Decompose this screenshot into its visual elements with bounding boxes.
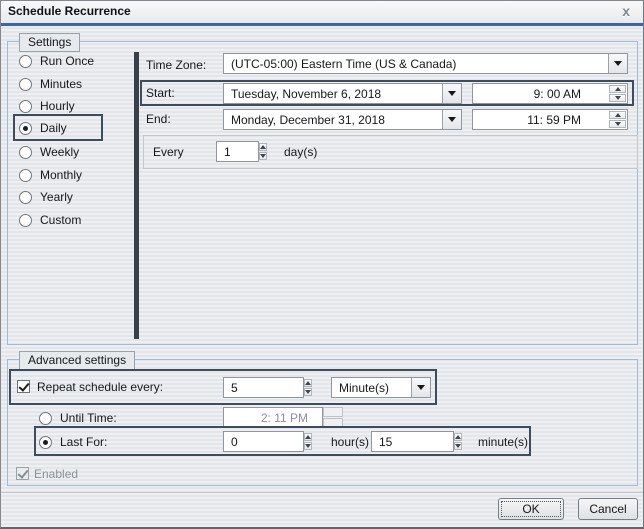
- radio-icon[interactable]: [19, 77, 32, 91]
- time-zone-value: (UTC-05:00) Eastern Time (US & Canada): [231, 56, 457, 71]
- last-for-label: Last For:: [60, 435, 108, 449]
- last-for-minutes-spinner[interactable]: [454, 433, 462, 450]
- radio-icon[interactable]: [39, 411, 52, 425]
- radio-weekly[interactable]: Weekly: [19, 144, 79, 160]
- radio-icon[interactable]: [19, 145, 32, 159]
- vertical-separator: [134, 52, 139, 339]
- close-icon[interactable]: x: [619, 3, 633, 19]
- start-date-value: Tuesday, November 6, 2018: [231, 86, 382, 101]
- every-label: Every: [153, 145, 184, 159]
- radio-label: Custom: [40, 213, 82, 227]
- radio-icon[interactable]: [19, 190, 32, 204]
- spinner-up-icon[interactable]: [454, 433, 462, 441]
- start-date-picker[interactable]: Tuesday, November 6, 2018: [223, 83, 462, 104]
- chevron-down-icon[interactable]: [442, 110, 461, 129]
- every-days-input[interactable]: 1: [216, 141, 259, 162]
- radio-icon-selected[interactable]: [19, 121, 32, 135]
- spinner-down-icon[interactable]: [259, 152, 267, 160]
- chevron-down-icon[interactable]: [442, 84, 461, 103]
- radio-icon-selected[interactable]: [39, 435, 52, 449]
- last-for-hours-value: 0: [231, 434, 238, 449]
- end-time-spinner[interactable]: [609, 111, 626, 128]
- radio-label: Minutes: [40, 77, 83, 91]
- end-label: End:: [146, 112, 171, 126]
- footer-divider: [1, 492, 643, 493]
- spinner-up-icon: [323, 407, 343, 417]
- chevron-down-icon[interactable]: [608, 54, 627, 73]
- time-zone-combobox[interactable]: (UTC-05:00) Eastern Time (US & Canada): [223, 53, 628, 74]
- minutes-unit-label: minute(s): [478, 435, 529, 449]
- end-time-field[interactable]: 11: 59 PM: [472, 109, 628, 130]
- radio-icon[interactable]: [19, 99, 32, 113]
- time-zone-label: Time Zone:: [146, 58, 207, 72]
- title-bar[interactable]: Schedule Recurrence x: [1, 1, 643, 26]
- settings-group-label: Settings: [19, 33, 81, 52]
- every-days-value: 1: [224, 144, 231, 159]
- until-time-value: 2: 11 PM: [260, 410, 308, 425]
- radio-label: Hourly: [40, 99, 75, 113]
- repeat-checkbox[interactable]: [17, 380, 30, 393]
- window-title: Schedule Recurrence: [8, 4, 131, 18]
- radio-label: Run Once: [40, 54, 95, 68]
- repeat-interval-spinner[interactable]: [304, 379, 312, 396]
- every-days-spinner[interactable]: [259, 143, 267, 160]
- radio-run-once[interactable]: Run Once: [19, 53, 94, 69]
- until-time-spinner-disabled: [323, 407, 343, 428]
- repeat-label: Repeat schedule every:: [37, 380, 164, 394]
- radio-label: Daily: [40, 121, 67, 135]
- spinner-up-icon[interactable]: [304, 379, 312, 387]
- ok-button[interactable]: OK: [498, 498, 564, 520]
- advanced-settings-group-label: Advanced settings: [19, 351, 136, 370]
- schedule-recurrence-dialog: Schedule Recurrence x Settings Run Once …: [0, 0, 644, 529]
- until-time-field: 2: 11 PM: [223, 407, 323, 428]
- spinner-down-icon[interactable]: [304, 442, 312, 450]
- radio-daily[interactable]: Daily: [19, 120, 67, 136]
- last-for-hours-spinner[interactable]: [304, 433, 312, 450]
- spinner-up-icon[interactable]: [304, 433, 312, 441]
- radio-monthly[interactable]: Monthly: [19, 167, 82, 183]
- radio-icon[interactable]: [19, 54, 32, 68]
- radio-label: Yearly: [40, 190, 73, 204]
- radio-label: Weekly: [40, 145, 80, 159]
- radio-icon[interactable]: [19, 213, 32, 227]
- start-label: Start:: [146, 86, 175, 100]
- spinner-up-icon[interactable]: [609, 111, 626, 119]
- enabled-checkbox: [16, 467, 29, 480]
- radio-label: Monthly: [40, 168, 83, 182]
- spinner-down-icon[interactable]: [454, 442, 462, 450]
- hours-unit-label: hour(s): [331, 435, 370, 449]
- start-time-spinner[interactable]: [609, 85, 626, 102]
- repeat-interval-value: 5: [231, 380, 238, 395]
- last-for-minutes-value: 15: [379, 434, 393, 449]
- every-unit-label: day(s): [284, 145, 318, 159]
- chevron-down-icon[interactable]: [411, 378, 430, 397]
- spinner-down-icon[interactable]: [304, 388, 312, 396]
- spinner-down-icon[interactable]: [609, 120, 626, 128]
- repeat-interval-input[interactable]: 5: [223, 377, 304, 398]
- until-time-label: Until Time:: [60, 411, 117, 425]
- radio-last-for[interactable]: Last For:: [39, 434, 107, 450]
- radio-minutes[interactable]: Minutes: [19, 76, 82, 92]
- repeat-unit-combobox[interactable]: Minute(s): [331, 377, 431, 398]
- radio-until-time[interactable]: Until Time:: [39, 410, 117, 426]
- repeat-unit-value: Minute(s): [339, 380, 390, 395]
- cancel-button[interactable]: Cancel: [578, 498, 638, 520]
- end-time-value: 11: 59 PM: [527, 112, 581, 127]
- spinner-up-icon[interactable]: [609, 85, 626, 93]
- radio-custom[interactable]: Custom: [19, 212, 81, 228]
- end-date-picker[interactable]: Monday, December 31, 2018: [223, 109, 462, 130]
- start-time-value: 9: 00 AM: [533, 86, 581, 101]
- spinner-up-icon[interactable]: [259, 143, 267, 151]
- last-for-minutes-input[interactable]: 15: [371, 431, 454, 452]
- start-time-field[interactable]: 9: 00 AM: [472, 83, 628, 104]
- radio-hourly[interactable]: Hourly: [19, 98, 75, 114]
- spinner-down-icon[interactable]: [609, 94, 626, 102]
- radio-icon[interactable]: [19, 168, 32, 182]
- last-for-hours-input[interactable]: 0: [223, 431, 304, 452]
- enabled-label: Enabled: [34, 467, 79, 481]
- end-date-value: Monday, December 31, 2018: [231, 112, 385, 127]
- radio-yearly[interactable]: Yearly: [19, 189, 73, 205]
